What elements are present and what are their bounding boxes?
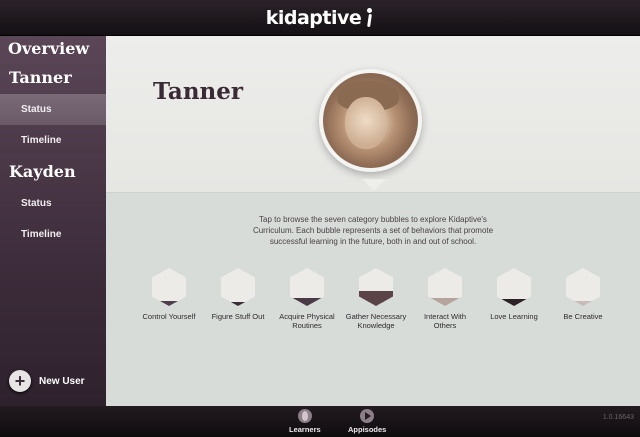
category-bubble[interactable]: Acquire Physical Routines xyxy=(274,268,340,330)
bubble-progress-fill xyxy=(359,290,393,306)
category-bubble[interactable]: Gather Necessary Knowledge xyxy=(343,268,409,330)
avatar-pointer xyxy=(362,179,386,191)
sidebar-item-kayden-status[interactable]: Status xyxy=(0,188,106,219)
category-bubble[interactable]: Interact With Others xyxy=(412,268,478,330)
hexagon-bubble-icon xyxy=(221,268,255,306)
top-bar: kidaptive xyxy=(0,0,640,36)
bubble-progress-fill xyxy=(566,300,600,306)
hexagon-bubble-icon xyxy=(497,268,531,306)
bubble-progress-fill xyxy=(428,297,462,306)
bubble-progress-fill xyxy=(221,302,255,306)
page-title: Tanner xyxy=(153,78,244,105)
logo-text: kidaptive xyxy=(265,6,362,29)
tab-appisodes-label: Appisodes xyxy=(348,425,387,434)
category-label: Figure Stuff Out xyxy=(211,312,265,321)
avatar-face xyxy=(345,97,387,149)
hexagon-bubble-icon xyxy=(359,268,393,306)
sidebar-item-tanner-timeline[interactable]: Timeline xyxy=(0,125,106,156)
category-label: Control Yourself xyxy=(142,312,196,321)
tab-learners-label: Learners xyxy=(289,425,321,434)
version-label: 1.0.16643 xyxy=(602,414,634,421)
category-label: Be Creative xyxy=(563,312,603,321)
new-user-label: New User xyxy=(39,375,85,387)
category-label: Love Learning xyxy=(490,312,538,321)
sidebar-learner-tanner[interactable]: Tanner xyxy=(0,62,106,94)
category-bubble[interactable]: Be Creative xyxy=(550,268,616,330)
hexagon-bubble-icon xyxy=(428,268,462,306)
category-bubbles: Control Yourself Figure Stuff Out Acquire … xyxy=(136,268,616,330)
intro-text: Tap to browse the seven category bubbles… xyxy=(252,215,494,246)
sidebar-item-tanner-status[interactable]: Status xyxy=(0,94,106,125)
category-bubble[interactable]: Control Yourself xyxy=(136,268,202,330)
avatar-photo xyxy=(323,73,418,168)
sidebar-overview[interactable]: Overview xyxy=(0,36,106,62)
sidebar-item-kayden-timeline[interactable]: Timeline xyxy=(0,219,106,250)
sidebar-learner-kayden[interactable]: Kayden xyxy=(0,156,106,188)
tab-appisodes[interactable]: Appisodes xyxy=(348,409,386,434)
category-bubble[interactable]: Love Learning xyxy=(481,268,547,330)
category-label: Acquire Physical Routines xyxy=(279,312,335,330)
hexagon-bubble-icon xyxy=(152,268,186,306)
new-user-button[interactable]: + New User xyxy=(9,370,85,392)
avatar[interactable] xyxy=(319,69,422,172)
category-label: Gather Necessary Knowledge xyxy=(345,312,407,330)
play-icon xyxy=(360,409,375,423)
sidebar: Overview Tanner Status Timeline Kayden S… xyxy=(0,36,106,406)
bubble-progress-fill xyxy=(152,300,186,306)
hexagon-bubble-icon xyxy=(566,268,600,306)
bottom-nav: Learners Appisodes 1.0.16643 xyxy=(0,406,640,437)
category-bubble[interactable]: Figure Stuff Out xyxy=(205,268,271,330)
category-label: Interact With Others xyxy=(423,312,467,330)
logo-figure-icon xyxy=(364,7,374,28)
main-panel: Tanner Tap to browse the seven category … xyxy=(106,36,640,406)
bubble-progress-fill xyxy=(290,297,324,306)
app-logo: kidaptive xyxy=(266,7,375,29)
leaf-icon xyxy=(297,409,312,423)
tab-learners[interactable]: Learners xyxy=(289,409,321,434)
plus-icon: + xyxy=(9,370,31,392)
bubble-progress-fill xyxy=(497,299,531,306)
hexagon-bubble-icon xyxy=(290,268,324,306)
